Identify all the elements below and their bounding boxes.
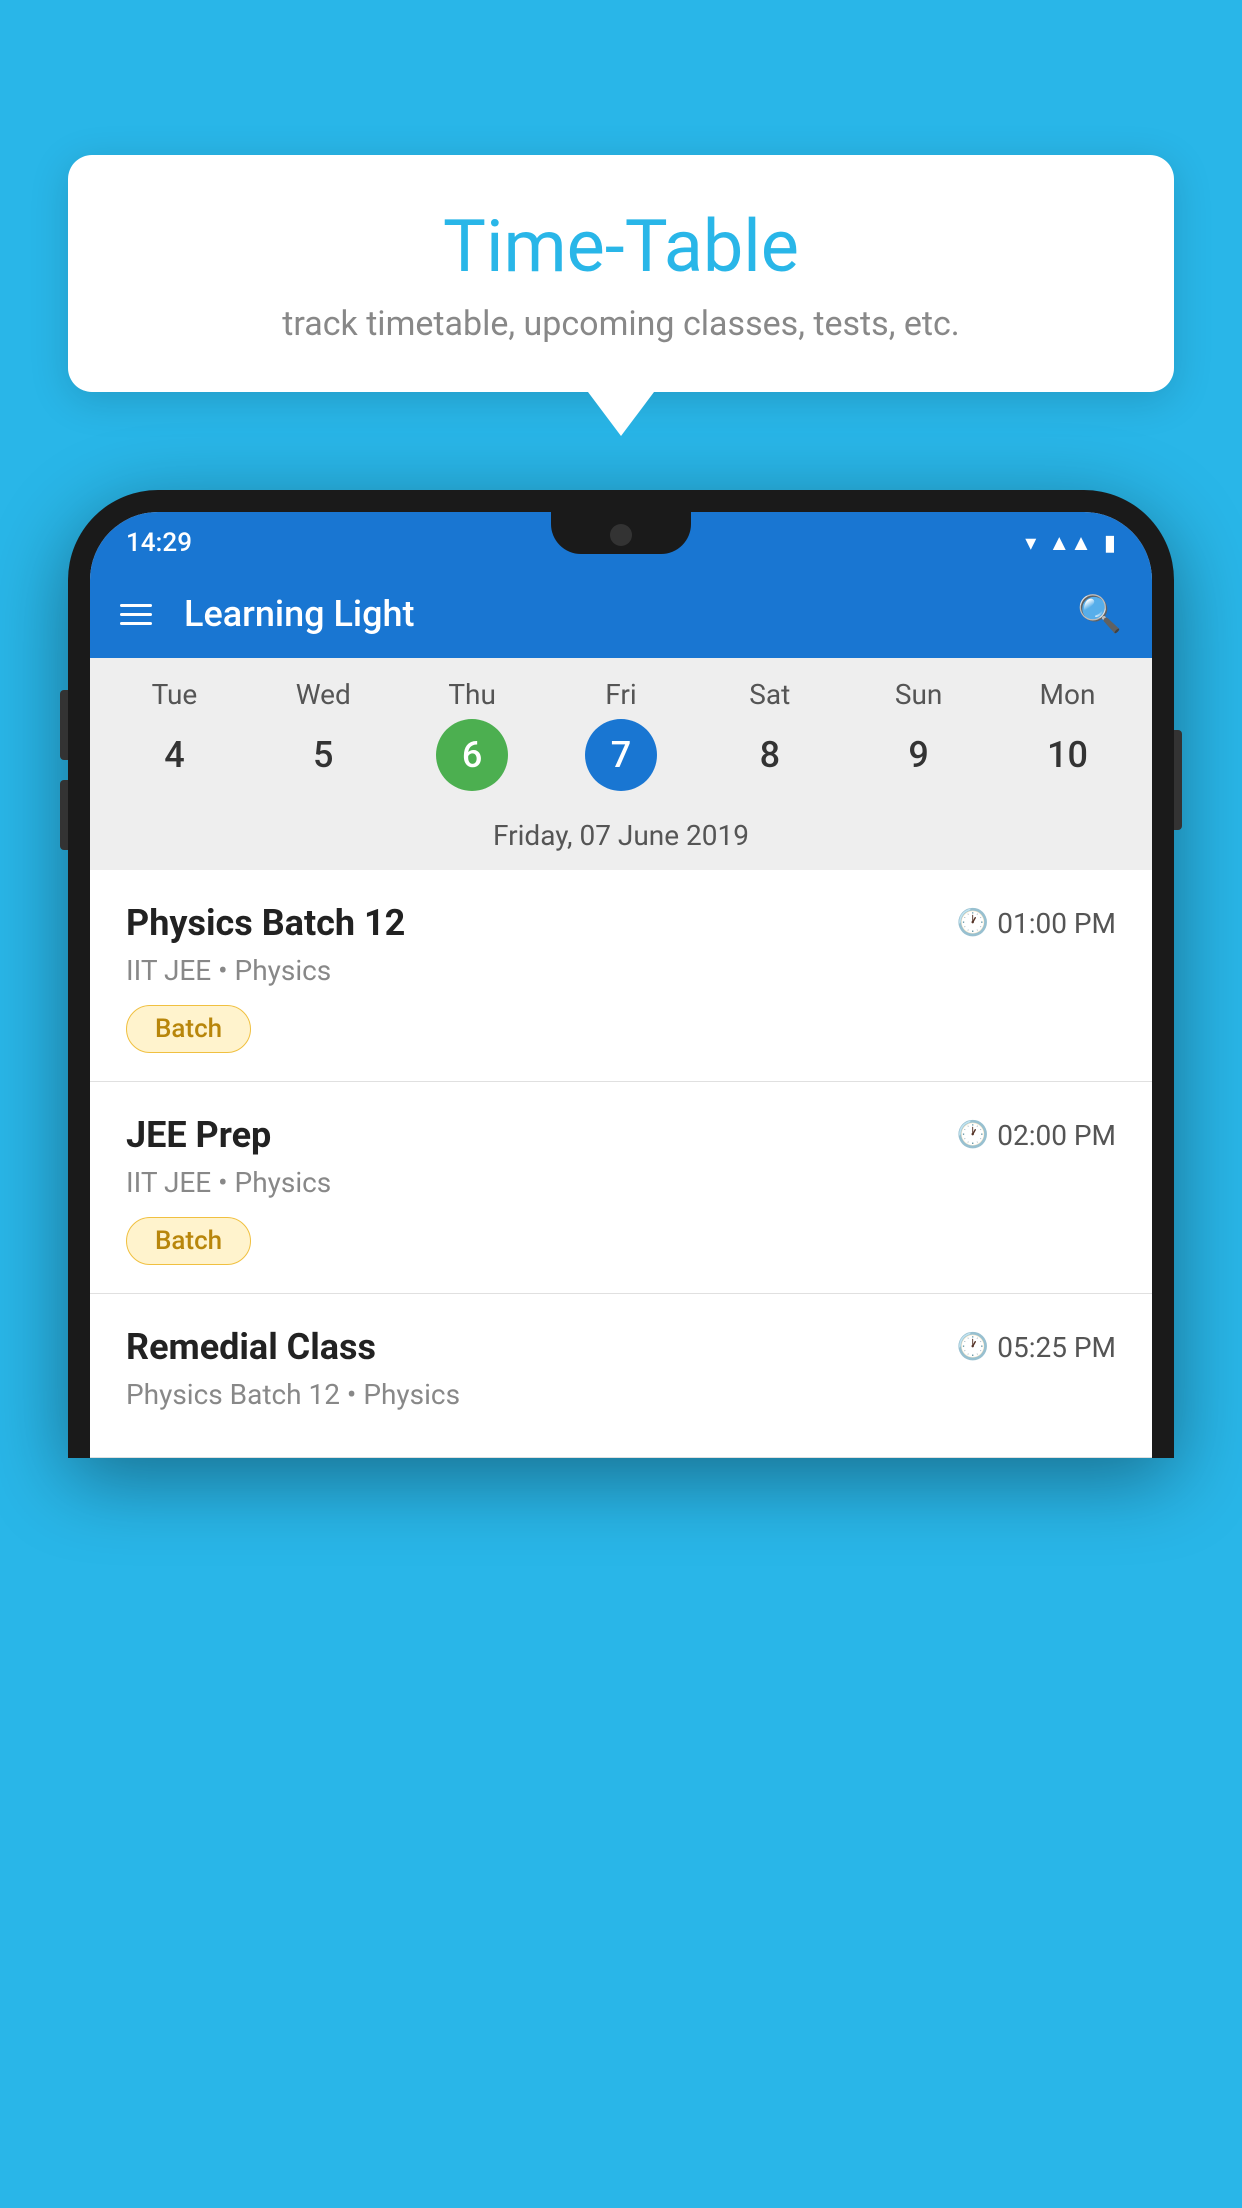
phone-frame: 14:29 ▾ ▲▲ ▮ Learning Light 🔍 (68, 490, 1174, 1458)
date-item[interactable]: 5 (287, 719, 359, 791)
tooltip-title: Time-Table (128, 207, 1114, 286)
schedule-item-time: 🕐 02:00 PM (957, 1119, 1116, 1152)
app-bar: Learning Light 🔍 (90, 570, 1152, 658)
day-label: Mon (993, 678, 1142, 711)
phone-camera (610, 524, 632, 546)
date-item[interactable]: 6 (436, 719, 508, 791)
schedule-item-subtitle: IIT JEE • Physics (126, 1166, 1116, 1199)
search-icon[interactable]: 🔍 (1077, 593, 1122, 635)
schedule-item[interactable]: Physics Batch 12 🕐 01:00 PM IIT JEE • Ph… (90, 870, 1152, 1082)
volume-up-button (60, 690, 68, 760)
schedule-item-title: JEE Prep (126, 1114, 271, 1156)
status-icons: ▾ ▲▲ ▮ (1025, 530, 1116, 556)
schedule-item-title: Remedial Class (126, 1326, 376, 1368)
date-item[interactable]: 8 (734, 719, 806, 791)
day-label: Sat (695, 678, 844, 711)
day-label: Sun (844, 678, 993, 711)
batch-tag: Batch (126, 1005, 251, 1053)
schedule-item-header: Physics Batch 12 🕐 01:00 PM (126, 902, 1116, 944)
dates-row: 4 5 6 7 8 9 10 (90, 719, 1152, 791)
status-time: 14:29 (126, 528, 192, 558)
days-header: TueWedThuFriSatSunMon (90, 678, 1152, 711)
tooltip-subtitle: track timetable, upcoming classes, tests… (128, 304, 1114, 344)
schedule-list: Physics Batch 12 🕐 01:00 PM IIT JEE • Ph… (90, 870, 1152, 1458)
schedule-item-title: Physics Batch 12 (126, 902, 405, 944)
date-item[interactable]: 10 (1031, 719, 1103, 791)
phone-screen: 14:29 ▾ ▲▲ ▮ Learning Light 🔍 (90, 512, 1152, 1458)
battery-icon: ▮ (1104, 531, 1116, 556)
schedule-item-time: 🕐 01:00 PM (957, 907, 1116, 940)
date-item[interactable]: 7 (585, 719, 657, 791)
date-item[interactable]: 9 (883, 719, 955, 791)
calendar-strip: TueWedThuFriSatSunMon 4 5 6 7 8 9 10 Friday, 0… (90, 658, 1152, 870)
schedule-item[interactable]: JEE Prep 🕐 02:00 PM IIT JEE • Physics Ba… (90, 1082, 1152, 1294)
schedule-item-time: 🕐 05:25 PM (957, 1331, 1116, 1364)
schedule-item-subtitle: Physics Batch 12 • Physics (126, 1378, 1116, 1411)
selected-date-label: Friday, 07 June 2019 (90, 809, 1152, 870)
wifi-icon: ▾ (1025, 531, 1036, 556)
hamburger-menu-icon[interactable] (120, 604, 152, 625)
day-label: Fri (547, 678, 696, 711)
schedule-item-subtitle: IIT JEE • Physics (126, 954, 1116, 987)
phone-wrapper: 14:29 ▾ ▲▲ ▮ Learning Light 🔍 (68, 490, 1174, 2208)
day-label: Wed (249, 678, 398, 711)
schedule-item[interactable]: Remedial Class 🕐 05:25 PM Physics Batch … (90, 1294, 1152, 1458)
tooltip-card: Time-Table track timetable, upcoming cla… (68, 155, 1174, 392)
signal-icon: ▲▲ (1048, 530, 1092, 556)
power-button (1174, 730, 1182, 830)
schedule-item-header: JEE Prep 🕐 02:00 PM (126, 1114, 1116, 1156)
schedule-item-header: Remedial Class 🕐 05:25 PM (126, 1326, 1116, 1368)
day-label: Tue (100, 678, 249, 711)
clock-icon: 🕐 (957, 908, 989, 938)
phone-notch (551, 512, 691, 554)
volume-down-button (60, 780, 68, 850)
app-title: Learning Light (184, 593, 1077, 635)
day-label: Thu (398, 678, 547, 711)
date-item[interactable]: 4 (138, 719, 210, 791)
batch-tag: Batch (126, 1217, 251, 1265)
clock-icon: 🕐 (957, 1120, 989, 1150)
clock-icon: 🕐 (957, 1332, 989, 1362)
